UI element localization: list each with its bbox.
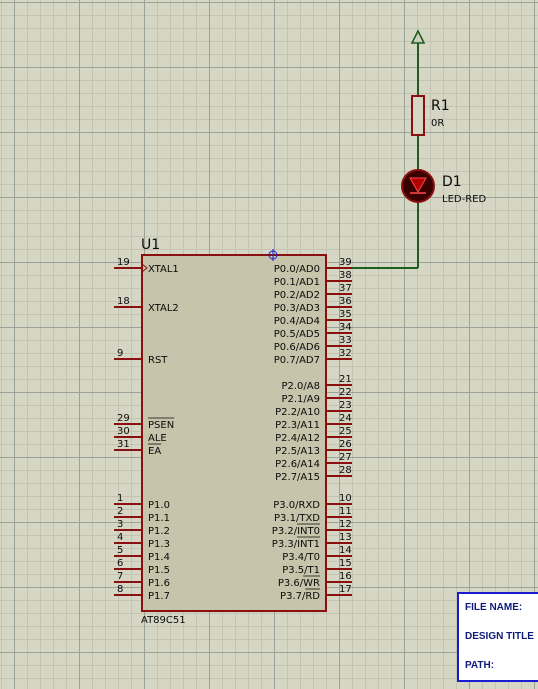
pin-label: P1.3: [148, 539, 170, 550]
pin-number: 8: [117, 584, 123, 595]
pin-number: 19: [117, 257, 130, 268]
pin-label: P2.7/A15: [275, 472, 320, 483]
pin-label: P2.6/A14: [275, 459, 320, 470]
pin-label: XTAL2: [148, 303, 179, 314]
pin-number: 22: [339, 387, 352, 398]
pin-number: 33: [339, 335, 352, 346]
pin-number: 7: [117, 571, 123, 582]
pin-number: 25: [339, 426, 352, 437]
led-d1[interactable]: D1 LED-RED: [401, 169, 486, 205]
pin-number: 24: [339, 413, 352, 424]
pin-number: 34: [339, 322, 352, 333]
pin-number: 12: [339, 519, 352, 530]
pin-number: 37: [339, 283, 352, 294]
pin-number: 10: [339, 493, 352, 504]
pin-label: P1.5: [148, 565, 170, 576]
pin-label: P2.2/A10: [275, 407, 320, 418]
pin-number: 30: [117, 426, 130, 437]
pin-label: P0.3/AD3: [274, 303, 320, 314]
microcontroller-u1[interactable]: U1 AT89C51 19XTAL118XTAL29RST29PSEN30ALE…: [114, 237, 352, 626]
resistor-r1[interactable]: R1 0R: [411, 95, 450, 136]
pin-label: P3.0/RXD: [273, 500, 320, 511]
pin-number: 38: [339, 270, 352, 281]
pin-number: 26: [339, 439, 352, 450]
pin-label: P3.2/INT0: [272, 526, 320, 537]
pin-label: P3.3/INT1: [272, 539, 320, 550]
file-name-label: FILE NAME:: [465, 602, 523, 613]
pin-label: P0.5/AD5: [274, 329, 320, 340]
title-block: FILE NAME: DESIGN TITLE PATH:: [457, 592, 538, 682]
pin-number: 6: [117, 558, 123, 569]
schematic-canvas[interactable]: R1 0R D1 LED-RED U1 AT89C51 19XTAL118XTA…: [0, 0, 538, 663]
pin-label: P1.0: [148, 500, 170, 511]
pin-number: 32: [339, 348, 352, 359]
pin-label: XTAL1: [148, 264, 179, 275]
pin-number: 13: [339, 532, 352, 543]
pin-label: EA: [148, 446, 161, 457]
pin-label: RST: [148, 355, 168, 366]
r1-ref: R1: [431, 98, 450, 114]
pin-label: P0.6/AD6: [274, 342, 320, 353]
pin-label: P0.4/AD4: [274, 316, 320, 327]
pin-label: P2.4/A12: [275, 433, 320, 444]
design-title-label: DESIGN TITLE: [465, 631, 534, 642]
pin-number: 28: [339, 465, 352, 476]
pin-label: P0.0/AD0: [274, 264, 320, 275]
power-terminal[interactable]: [410, 29, 426, 44]
pin-label: P3.6/WR: [278, 578, 320, 589]
pin-label: ALE: [148, 433, 167, 444]
pin-number: 39: [339, 257, 352, 268]
d1-ref: D1: [442, 174, 462, 190]
u1-ref: U1: [141, 237, 160, 253]
pin-label: P1.2: [148, 526, 170, 537]
path-label: PATH:: [465, 660, 495, 671]
pin-number: 27: [339, 452, 352, 463]
pin-label: PSEN: [148, 420, 174, 431]
pin-number: 21: [339, 374, 352, 385]
pin-number: 1: [117, 493, 123, 504]
pin-label: P1.4: [148, 552, 170, 563]
pin-number: 14: [339, 545, 352, 556]
pin-number: 35: [339, 309, 352, 320]
pin-label: P2.1/A9: [281, 394, 320, 405]
wire-net[interactable]: [352, 43, 419, 269]
pin-number: 9: [117, 348, 123, 359]
pin-number: 31: [117, 439, 130, 450]
u1-part: AT89C51: [141, 615, 186, 626]
r1-value: 0R: [431, 118, 444, 129]
d1-value: LED-RED: [442, 194, 486, 205]
pin-number: 3: [117, 519, 123, 530]
pin-label: P1.1: [148, 513, 170, 524]
pin-number: 29: [117, 413, 130, 424]
pin-label: P0.2/AD2: [274, 290, 320, 301]
pin-label: P1.7: [148, 591, 170, 602]
pin-number: 17: [339, 584, 352, 595]
pin-number: 2: [117, 506, 123, 517]
pin-label: P3.7/RD: [280, 591, 320, 602]
pin-number: 11: [339, 506, 352, 517]
pin-label: P2.3/A11: [275, 420, 320, 431]
pin-label: P2.0/A8: [281, 381, 320, 392]
pin-number: 18: [117, 296, 130, 307]
pin-number: 5: [117, 545, 123, 556]
pin-label: P2.5/A13: [275, 446, 320, 457]
pin-label: P3.5/T1: [282, 565, 320, 576]
pin-label: P0.1/AD1: [274, 277, 320, 288]
pin-label: P1.6: [148, 578, 170, 589]
pin-number: 4: [117, 532, 123, 543]
pin-number: 23: [339, 400, 352, 411]
pin-label: P3.1/TXD: [274, 513, 320, 524]
pin-number: 36: [339, 296, 352, 307]
pin-number: 15: [339, 558, 352, 569]
pin-number: 16: [339, 571, 352, 582]
pin-label: P3.4/T0: [282, 552, 320, 563]
pin-label: P0.7/AD7: [274, 355, 320, 366]
